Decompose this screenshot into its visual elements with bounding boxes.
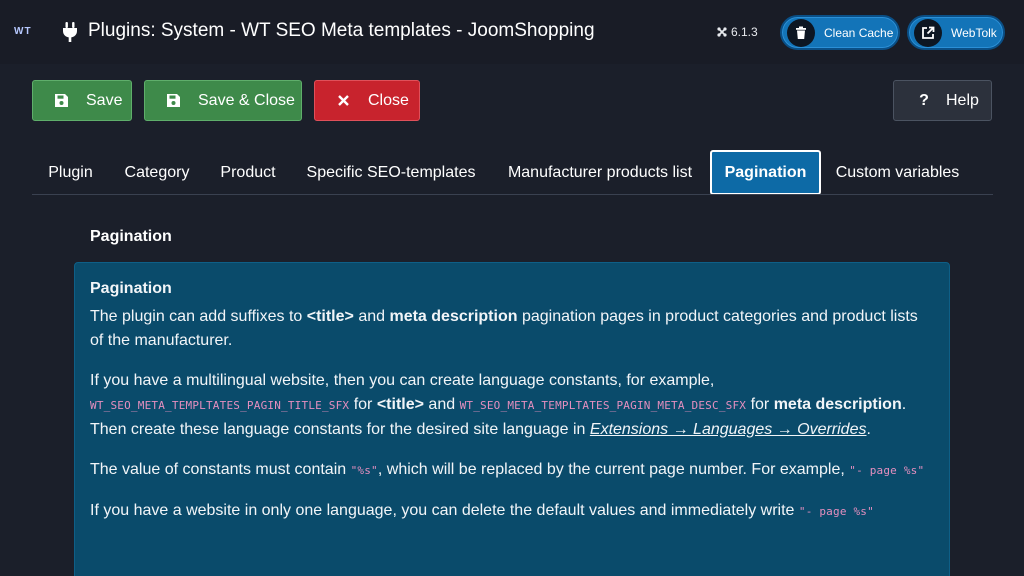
tab-product[interactable]: Product	[210, 150, 286, 195]
plug-icon	[63, 22, 77, 42]
info-paragraph: The plugin can add suffixes to <title> a…	[90, 308, 918, 349]
clean-cache-label: Clean Cache	[824, 25, 894, 40]
save-close-button[interactable]: Save & Close	[144, 80, 302, 121]
close-icon	[335, 93, 351, 109]
header-bar: WT Plugins: System - WT SEO Meta templat…	[0, 0, 1024, 64]
pagination-info-box: Pagination The plugin can add suffixes t…	[74, 262, 950, 576]
clean-cache-button[interactable]: Clean Cache	[780, 15, 900, 50]
trash-icon	[787, 18, 815, 47]
tab-custom-variables[interactable]: Custom variables	[827, 150, 968, 195]
help-label: Help	[946, 91, 979, 109]
question-icon: ?	[919, 91, 929, 109]
close-button[interactable]: Close	[314, 80, 420, 121]
info-paragraph: If you have a multilingual website, then…	[90, 372, 907, 438]
save-icon	[53, 93, 69, 109]
joomla-icon	[717, 27, 727, 37]
tab-specific-seo-templates[interactable]: Specific SEO-templates	[296, 150, 486, 195]
info-paragraph: If you have a website in only one langua…	[90, 502, 874, 519]
code-sample: "- page %s"	[849, 464, 925, 477]
save-label: Save	[86, 91, 123, 109]
webtolk-label: WebTolk	[951, 25, 997, 40]
tab-manufacturer-products-list[interactable]: Manufacturer products list	[496, 150, 704, 195]
info-paragraph: The value of constants must contain "%s"…	[90, 461, 925, 478]
external-link-icon	[914, 18, 942, 47]
code-sample: "%s"	[350, 464, 378, 477]
code-sample: "- page %s"	[798, 505, 874, 518]
language-overrides-link[interactable]: Extensions → Languages → Overrides	[590, 421, 867, 438]
help-button[interactable]: ? Help	[893, 80, 992, 121]
version-text: 6.1.3	[731, 25, 758, 39]
section-label: Pagination	[90, 228, 172, 245]
save-icon	[165, 93, 181, 109]
code-constant: WT_SEO_META_TEMPLTATES_PAGIN_TITLE_SFX	[90, 399, 350, 412]
save-close-label: Save & Close	[198, 91, 295, 109]
tab-category[interactable]: Category	[111, 150, 203, 195]
close-label: Close	[368, 91, 409, 109]
joomla-version: 6.1.3	[716, 25, 758, 39]
webtolk-button[interactable]: WebTolk	[907, 15, 1005, 50]
tab-plugin[interactable]: Plugin	[36, 150, 105, 195]
info-box-title: Pagination	[90, 280, 172, 297]
page-title: Plugins: System - WT SEO Meta templates …	[88, 20, 595, 41]
save-button[interactable]: Save	[32, 80, 132, 121]
tabs-divider	[32, 194, 993, 195]
webtolk-logo: WT	[14, 26, 32, 37]
code-constant: WT_SEO_META_TEMPLTATES_PAGIN_META_DESC_S…	[459, 399, 747, 412]
tab-bar: Plugin Category Product Specific SEO-tem…	[32, 150, 993, 195]
tab-pagination[interactable]: Pagination	[710, 150, 821, 195]
